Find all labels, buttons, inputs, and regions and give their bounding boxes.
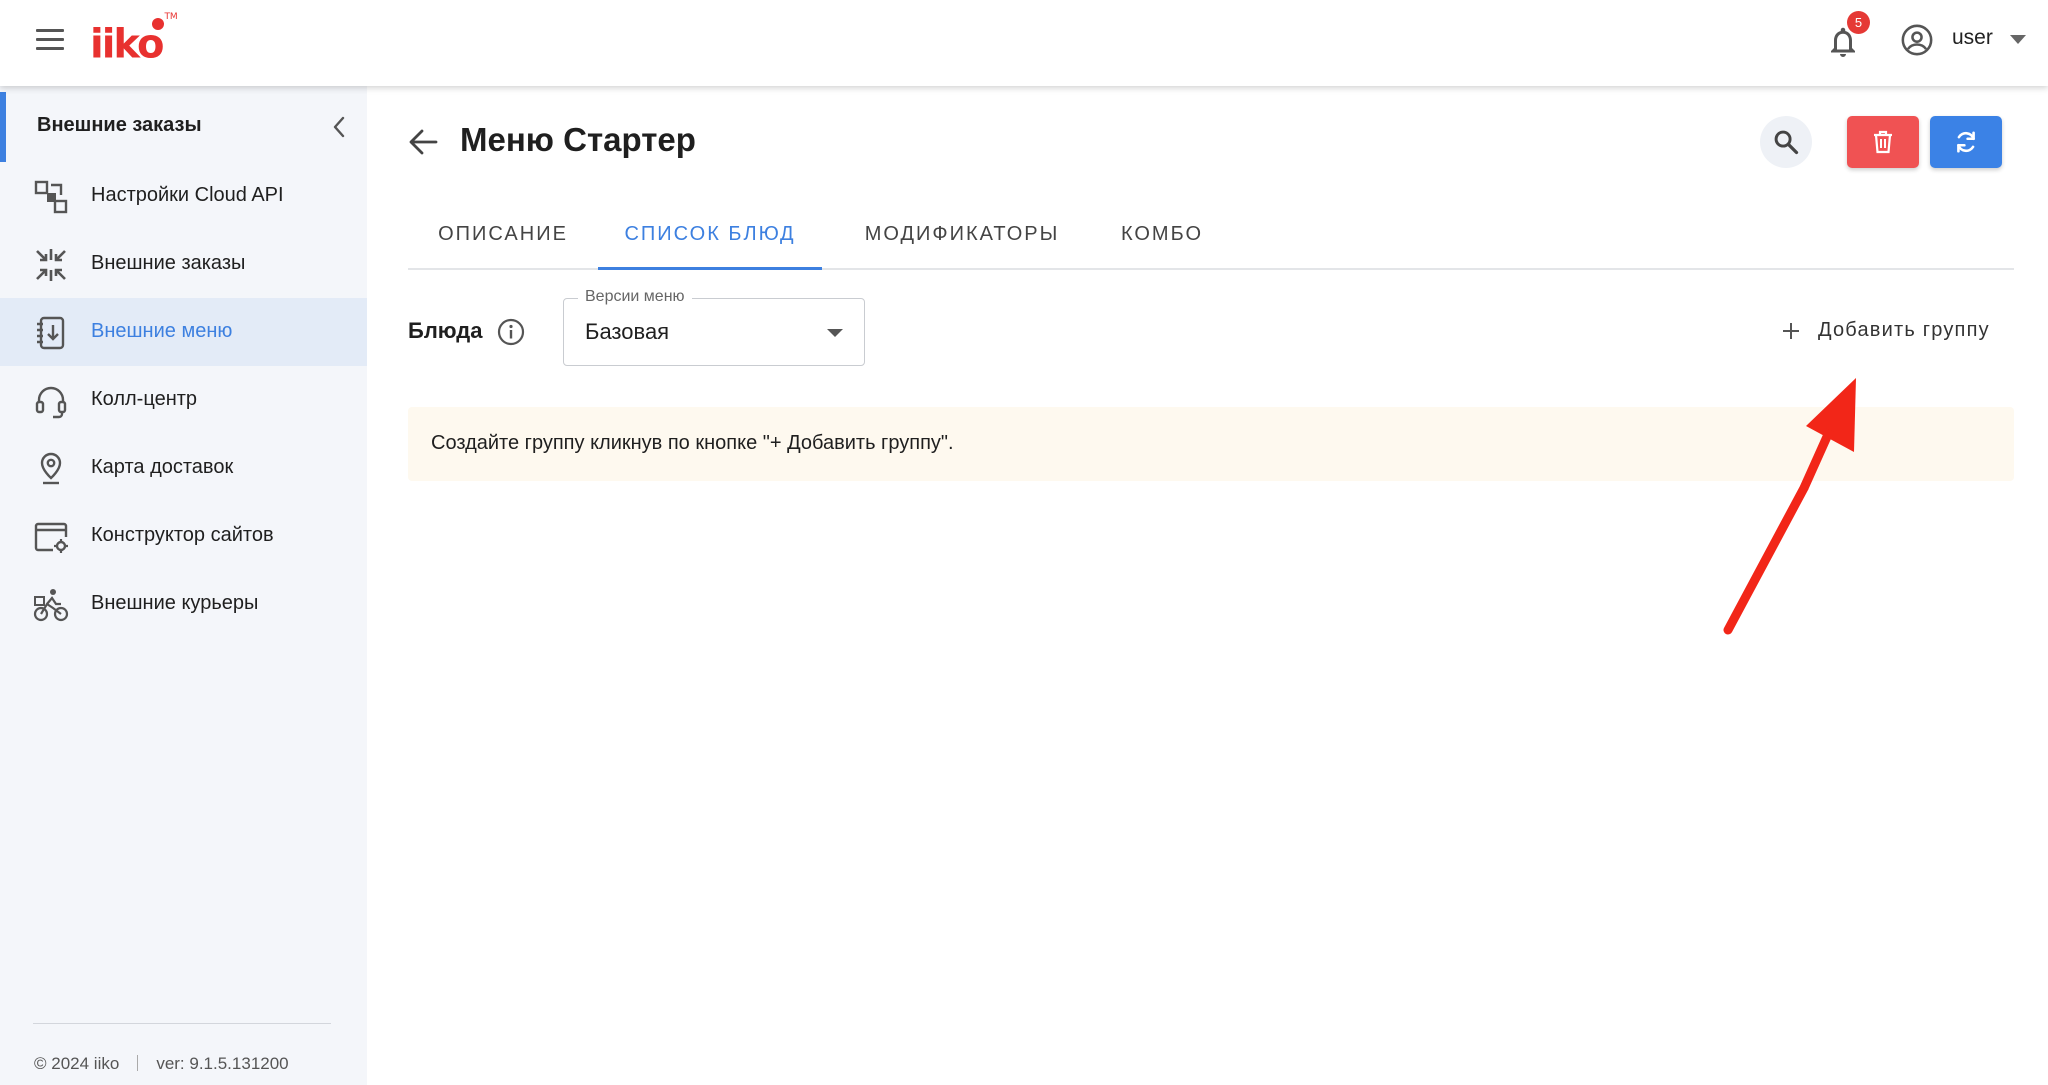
chevron-left-icon[interactable] xyxy=(328,114,350,140)
sidebar-item-label: Настройки Cloud API xyxy=(91,184,284,206)
trash-icon xyxy=(1874,130,1892,154)
cloud-api-settings-icon xyxy=(34,180,68,214)
sidebar-item-cloud-api-settings[interactable]: Настройки Cloud API xyxy=(0,162,367,230)
notice-text: Создайте группу кликнув по кнопке "+ Доб… xyxy=(431,432,954,454)
footer-separator xyxy=(137,1055,139,1071)
tab-description[interactable]: ОПИСАНИЕ xyxy=(408,206,598,270)
sidebar-item-label: Внешние заказы xyxy=(91,252,246,274)
sidebar-item-delivery-map[interactable]: Карта доставок xyxy=(0,434,367,502)
headset-icon xyxy=(35,386,67,419)
sidebar-item-label: Конструктор сайтов xyxy=(91,524,274,546)
menu-icon[interactable] xyxy=(36,29,64,51)
sidebar-item-label: Колл-центр xyxy=(91,388,198,410)
annotation-arrow xyxy=(1723,378,1856,635)
sidebar: Внешние заказы Настройки Cloud API Внешн… xyxy=(0,86,367,1085)
menu-version-value[interactable]: Базовая xyxy=(585,319,669,345)
map-pin-icon xyxy=(40,452,62,485)
sync-icon xyxy=(1957,131,1975,153)
add-group-label: Добавить группу xyxy=(1818,319,1990,341)
notifications-badge: 5 xyxy=(1847,11,1870,34)
sidebar-item-label: Карта доставок xyxy=(91,456,234,478)
search-button[interactable] xyxy=(1760,116,1812,168)
logo-trademark: TM xyxy=(164,12,178,22)
version-text: ver: 9.1.5.131200 xyxy=(156,1054,289,1073)
site-builder-icon xyxy=(34,522,68,553)
sidebar-item-external-orders[interactable]: Внешние заказы xyxy=(0,230,367,298)
sidebar-item-call-center[interactable]: Колл-центр xyxy=(0,366,367,434)
page-title: Меню Стартер xyxy=(460,121,696,158)
sidebar-item-label: Внешние меню xyxy=(91,320,233,342)
sidebar-item-external-couriers[interactable]: Внешние курьеры xyxy=(0,570,367,638)
delete-button[interactable] xyxy=(1847,116,1919,168)
sidebar-footer: © 2024 iiko ver: 9.1.5.131200 xyxy=(34,1054,289,1074)
sidebar-footer-divider xyxy=(33,1023,331,1024)
sidebar-header: Внешние заказы xyxy=(0,92,367,162)
sidebar-header-title: Внешние заказы xyxy=(37,114,202,136)
sidebar-item-site-builder[interactable]: Конструктор сайтов xyxy=(0,502,367,570)
tab-bar: ОПИСАНИЕ СПИСОК БЛЮД МОДИФИКАТОРЫ КОМБО xyxy=(408,206,2014,270)
bicycle-courier-icon xyxy=(33,589,69,622)
dropdown-arrow-icon[interactable] xyxy=(827,329,843,337)
sync-button[interactable] xyxy=(1930,116,2002,168)
info-icon[interactable] xyxy=(497,318,525,346)
user-name[interactable]: user xyxy=(1952,26,1993,50)
top-app-bar: iikoTM 5 user xyxy=(0,0,2048,86)
logo-text: iiko xyxy=(90,21,164,68)
dishes-heading: Блюда xyxy=(408,318,483,343)
external-orders-icon xyxy=(36,249,66,281)
search-icon xyxy=(1774,130,1799,155)
user-menu-caret-icon[interactable] xyxy=(2010,35,2026,44)
empty-state-notice: Создайте группу кликнув по кнопке "+ Доб… xyxy=(408,407,2014,481)
account-circle-icon[interactable] xyxy=(1900,23,1934,57)
external-menu-icon xyxy=(37,316,65,350)
sidebar-item-external-menu[interactable]: Внешние меню xyxy=(0,298,367,366)
sidebar-item-label: Внешние курьеры xyxy=(91,592,259,614)
copyright-text: © 2024 iiko xyxy=(34,1054,120,1073)
back-arrow-icon[interactable] xyxy=(408,128,438,156)
sidebar-header-accent xyxy=(0,92,6,162)
plus-icon xyxy=(1783,323,1799,339)
logo-dot-decoration xyxy=(152,18,164,30)
tab-modifiers[interactable]: МОДИФИКАТОРЫ xyxy=(850,206,1074,270)
tab-combo[interactable]: КОМБО xyxy=(1102,206,1222,270)
menu-version-legend: Версии меню xyxy=(578,288,692,306)
tab-dish-list[interactable]: СПИСОК БЛЮД xyxy=(598,206,822,270)
